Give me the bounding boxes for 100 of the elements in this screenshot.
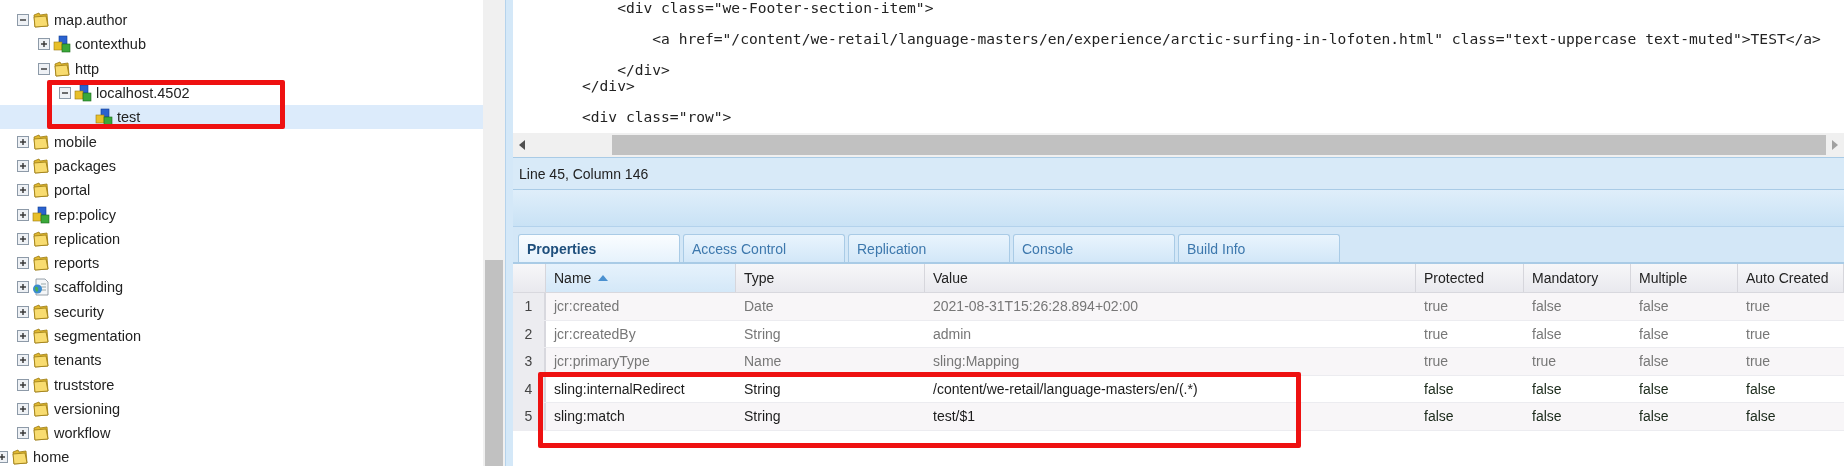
expand-icon[interactable] <box>17 402 29 415</box>
column-header[interactable]: Auto Created <box>1738 264 1844 292</box>
expand-icon[interactable] <box>17 427 29 440</box>
tree-item[interactable]: portal <box>0 178 483 203</box>
folder-icon <box>53 59 71 78</box>
cubes-icon <box>32 205 50 224</box>
folder-icon <box>32 399 50 418</box>
tree-item[interactable]: reports <box>0 250 483 276</box>
tree-item[interactable]: localhost.4502 <box>0 80 483 106</box>
tree-item[interactable]: home <box>0 445 483 466</box>
folder-icon <box>32 229 50 248</box>
tab[interactable]: Console <box>1013 234 1175 262</box>
tree-item[interactable]: packages <box>0 153 483 179</box>
tab[interactable]: Replication <box>848 234 1010 262</box>
document-globe-icon <box>32 278 50 297</box>
folder-icon <box>32 424 50 443</box>
table-cell-text: false <box>1638 379 1670 399</box>
collapse-icon[interactable] <box>17 14 29 27</box>
column-label: Type <box>744 270 775 286</box>
table-cell-text: false <box>1531 324 1563 344</box>
folder-icon <box>32 327 50 345</box>
column-header[interactable]: Multiple <box>1631 264 1738 292</box>
tree-item[interactable]: contexthub <box>0 32 483 57</box>
table-cell-text: String <box>743 407 782 427</box>
folder-icon <box>32 11 50 30</box>
tree-item[interactable]: rep:policy <box>0 202 483 227</box>
expand-icon[interactable] <box>17 159 29 172</box>
column-header[interactable]: Name <box>546 264 736 292</box>
expand-icon[interactable] <box>0 451 8 464</box>
tree-item[interactable]: truststore <box>0 372 483 397</box>
tree-item[interactable]: security <box>0 299 483 324</box>
table-cell-text: true <box>1745 297 1772 317</box>
table-cell-text: false <box>1638 352 1670 372</box>
expand-icon[interactable] <box>17 330 29 342</box>
tree-item[interactable]: replication <box>0 226 483 251</box>
expand-icon[interactable] <box>17 354 29 367</box>
table-cell-text: sling:match <box>553 407 626 427</box>
column-label: Protected <box>1424 270 1484 286</box>
tree-item[interactable]: tenants <box>0 348 483 373</box>
tree-item[interactable]: workflow <box>0 421 483 446</box>
column-header[interactable]: Value <box>925 264 1416 292</box>
tree-item[interactable]: test <box>0 105 483 130</box>
expand-icon[interactable] <box>17 378 29 391</box>
table-cell-text: false <box>1745 379 1777 399</box>
row-number: 3 <box>513 348 546 375</box>
folder-icon <box>11 448 29 466</box>
code-line: </div> <box>616 62 670 78</box>
table-cell-text: true <box>1745 324 1772 344</box>
expand-icon[interactable] <box>17 232 29 245</box>
expand-icon[interactable] <box>17 208 29 221</box>
tab[interactable]: Build Info <box>1178 234 1340 262</box>
cubes-icon <box>74 84 92 103</box>
table-cell-text: test/$1 <box>932 407 977 427</box>
table-cell-text: Date <box>743 297 775 317</box>
code-line: <a href="/content/we-retail/language-masters/en/experience/arctic-surfing-in-lofoten.html" class="text-uppercase text-muted">TEST</a> <box>651 31 1821 47</box>
column-label: Value <box>933 270 968 286</box>
cubes-icon <box>53 35 71 54</box>
table-cell-text: false <box>1638 324 1670 344</box>
table-cell-text: String <box>743 379 782 399</box>
folder-icon <box>32 375 50 394</box>
expand-icon[interactable] <box>17 135 29 148</box>
column-header[interactable]: Type <box>736 264 925 292</box>
expand-icon[interactable] <box>17 184 29 197</box>
collapse-icon[interactable] <box>38 62 50 75</box>
table-cell-text: true <box>1423 297 1450 317</box>
column-label: Multiple <box>1639 270 1688 286</box>
tree-item[interactable]: mobile <box>0 129 483 154</box>
table-cell-text: String <box>743 324 782 344</box>
tree-item[interactable]: segmentation <box>0 323 483 349</box>
tree-item[interactable]: http <box>0 56 483 81</box>
tab[interactable]: Properties <box>518 234 680 262</box>
expand-icon[interactable] <box>17 257 29 270</box>
horizontal-scrollbar[interactable] <box>513 133 1844 157</box>
tab[interactable]: Access Control <box>683 234 845 262</box>
table-cell-text: sling:internalRedirect <box>553 379 686 399</box>
folder-icon <box>32 156 50 175</box>
table-cell-text: Name <box>743 352 783 372</box>
expand-icon[interactable] <box>38 38 50 51</box>
table-cell-text: jcr:createdBy <box>552 324 637 344</box>
tree-item[interactable]: map.author <box>0 8 483 33</box>
tree-item[interactable]: versioning <box>0 396 483 422</box>
row-number: 1 <box>513 293 546 320</box>
table-cell-text: false <box>1423 379 1455 399</box>
table-cell-text: false <box>1531 407 1563 427</box>
code-line: </div> <box>582 77 635 94</box>
table-cell-text: true <box>1423 324 1450 344</box>
expand-icon[interactable] <box>17 305 29 318</box>
column-header[interactable]: Mandatory <box>1524 264 1631 292</box>
collapse-icon[interactable] <box>59 87 71 100</box>
expand-icon[interactable] <box>17 281 29 294</box>
table-cell-text: jcr:primaryType <box>552 352 651 372</box>
row-number: 2 <box>513 320 546 347</box>
vertical-scrollbar[interactable] <box>483 0 505 466</box>
table-cell-text: jcr:created <box>552 297 621 317</box>
column-label: Name <box>554 270 592 286</box>
column-header[interactable]: Protected <box>1416 264 1524 292</box>
table-cell-text: /content/we-retail/language-masters/en/(.*) <box>932 379 1199 399</box>
table-cell-text: admin <box>932 324 973 344</box>
tree-item[interactable]: scaffolding <box>0 275 483 300</box>
table-cell-text: true <box>1531 352 1558 372</box>
